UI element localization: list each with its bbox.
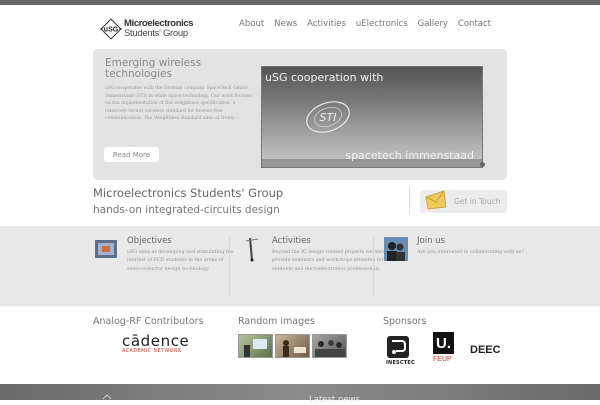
logo-mark-text: uSG	[104, 27, 119, 34]
chevron-up-icon[interactable]	[102, 394, 112, 400]
join-us-title: Join us	[417, 236, 445, 246]
nav-activities[interactable]: Activities	[307, 19, 346, 29]
activities-title: Activities	[272, 236, 311, 246]
footer-bar	[0, 384, 600, 400]
random-image-thumb[interactable]	[238, 334, 273, 358]
sponsors-title: Sponsors	[383, 316, 427, 327]
site-logo[interactable]: uSG Microelectronics Students' Group	[100, 17, 200, 41]
featured-banner: Emerging wireless technologies uSG coope…	[93, 49, 507, 180]
slider-dot[interactable]	[480, 162, 485, 167]
main-nav: About News Activities uElectronics Galle…	[239, 19, 491, 29]
probe-icon	[245, 237, 259, 262]
random-image-thumb[interactable]	[312, 334, 347, 358]
sti-logo-icon: STI	[306, 101, 350, 133]
inesc-logo-icon[interactable]	[387, 336, 409, 358]
banner-title: Emerging wireless technologies	[105, 57, 202, 80]
logo-line2: Students' Group	[124, 28, 188, 39]
join-us-text: Are you interested in collaborating with…	[417, 250, 524, 255]
activities-text: Beyond the IC design related projects we…	[272, 250, 384, 272]
feup-logo-mark[interactable]: U.	[433, 332, 454, 354]
cadence-subtitle: ACADEMIC NETWORK	[122, 349, 182, 354]
chip-icon	[95, 240, 117, 258]
nav-contact[interactable]: Contact	[458, 19, 491, 29]
objectives-text: uSG aims at developing and stimulating t…	[127, 250, 234, 272]
column-divider	[229, 236, 230, 296]
nav-news[interactable]: News	[274, 19, 297, 29]
intro-divider	[409, 188, 410, 214]
nav-gallery[interactable]: Gallery	[418, 19, 448, 29]
sti-logo-text: STI	[320, 111, 337, 124]
nav-about[interactable]: About	[239, 19, 264, 29]
random-images-title: Random images	[238, 316, 315, 327]
intro-title: Microelectronics Students' Group	[93, 186, 284, 200]
contributors-title: Analog-RF Contributors	[93, 316, 204, 327]
feup-label: FEUP	[433, 356, 452, 363]
banner-image[interactable]: uSG cooperation with STI spacetech immen…	[261, 66, 483, 168]
envelope-icon	[425, 190, 447, 209]
latest-news-title: Latest news	[309, 395, 360, 405]
banner-image-bottom-text: spacetech immenstaad	[345, 149, 474, 162]
inesc-label: INESCTEC	[386, 360, 415, 366]
intro-subtitle: hands-on integrated-circuits design	[93, 204, 280, 216]
people-icon	[384, 237, 408, 261]
objectives-title: Objectives	[127, 236, 172, 246]
banner-image-top-text: uSG cooperation with	[265, 71, 384, 84]
banner-text: uSG cooperates with the German company S…	[105, 86, 252, 122]
column-divider	[373, 236, 374, 296]
deec-logo[interactable]: DEEC	[470, 344, 501, 356]
read-more-button[interactable]: Read More	[104, 147, 159, 162]
get-in-touch-label: Get in Touch	[454, 197, 501, 206]
nav-uelectronics[interactable]: uElectronics	[356, 19, 408, 29]
top-bar	[0, 0, 600, 5]
get-in-touch-button[interactable]: Get in Touch	[420, 190, 507, 213]
logo-mark-icon: uSG	[100, 18, 122, 40]
cadence-wordmark: cādence	[122, 332, 190, 350]
cadence-logo[interactable]: cādence ACADEMIC NETWORK	[122, 333, 192, 359]
random-image-thumb[interactable]	[275, 334, 310, 358]
